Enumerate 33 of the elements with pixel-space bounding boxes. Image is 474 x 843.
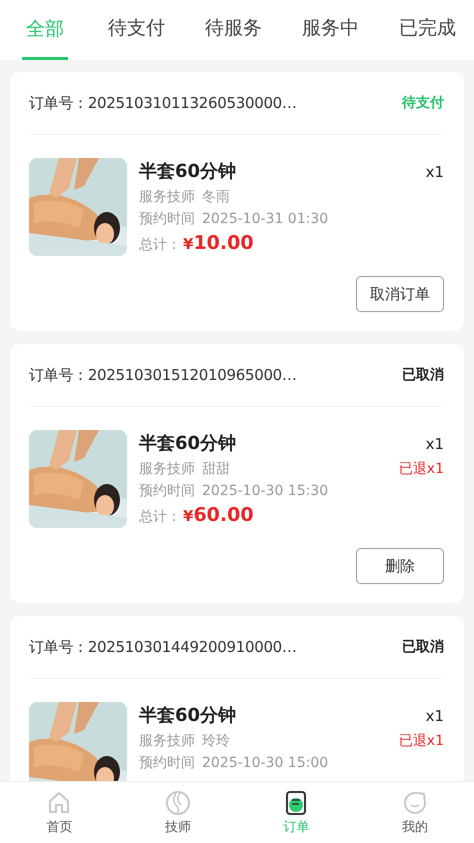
order-number: 订单号：202510310113260530000… [29,94,297,112]
refund-count: 已退x1 [398,732,444,750]
appointment-time: 预约时间 2025-10-31 01:30 [139,210,330,229]
tab[interactable]: 服务中 [302,0,359,60]
smile-icon[interactable] [402,790,428,816]
action-button[interactable]: 删除 [356,548,444,584]
order-status: 已取消 [402,366,444,384]
order-status: 待支付 [402,94,444,112]
quantity: x1 [426,707,444,725]
technician: 服务技师 冬雨 [139,188,230,207]
refund-count: 已退x1 [398,460,444,478]
order-total: 总计：¥60.00 [139,504,255,526]
tab[interactable]: 待支付 [108,0,165,60]
service-title: 半套60分钟 [139,704,236,728]
technician: 服务技师 甜甜 [139,460,230,479]
quantity: x1 [426,435,444,453]
order-number: 订单号：202510301512010965000… [29,366,297,384]
appointment-time: 预约时间 2025-10-30 15:00 [139,754,330,773]
service-title: 半套60分钟 [139,160,236,184]
order-total: 总计：¥10.00 [139,232,255,254]
technician: 服务技师 玲玲 [139,732,230,751]
order-number: 订单号：202510301449200910000… [29,638,297,656]
tab[interactable]: 已完成 [399,0,456,60]
nav-item[interactable]: 首页 [46,818,72,836]
order-status: 已取消 [402,638,444,656]
nav-item[interactable]: 我的 [402,818,428,836]
quantity: x1 [426,163,444,181]
action-button[interactable]: 取消订单 [356,276,444,312]
appointment-time: 预约时间 2025-10-30 15:30 [139,482,330,501]
nav-item[interactable]: 技师 [164,818,191,836]
person-icon[interactable] [164,790,191,816]
service-title: 半套60分钟 [139,432,236,456]
tab[interactable]: 待服务 [205,0,262,60]
